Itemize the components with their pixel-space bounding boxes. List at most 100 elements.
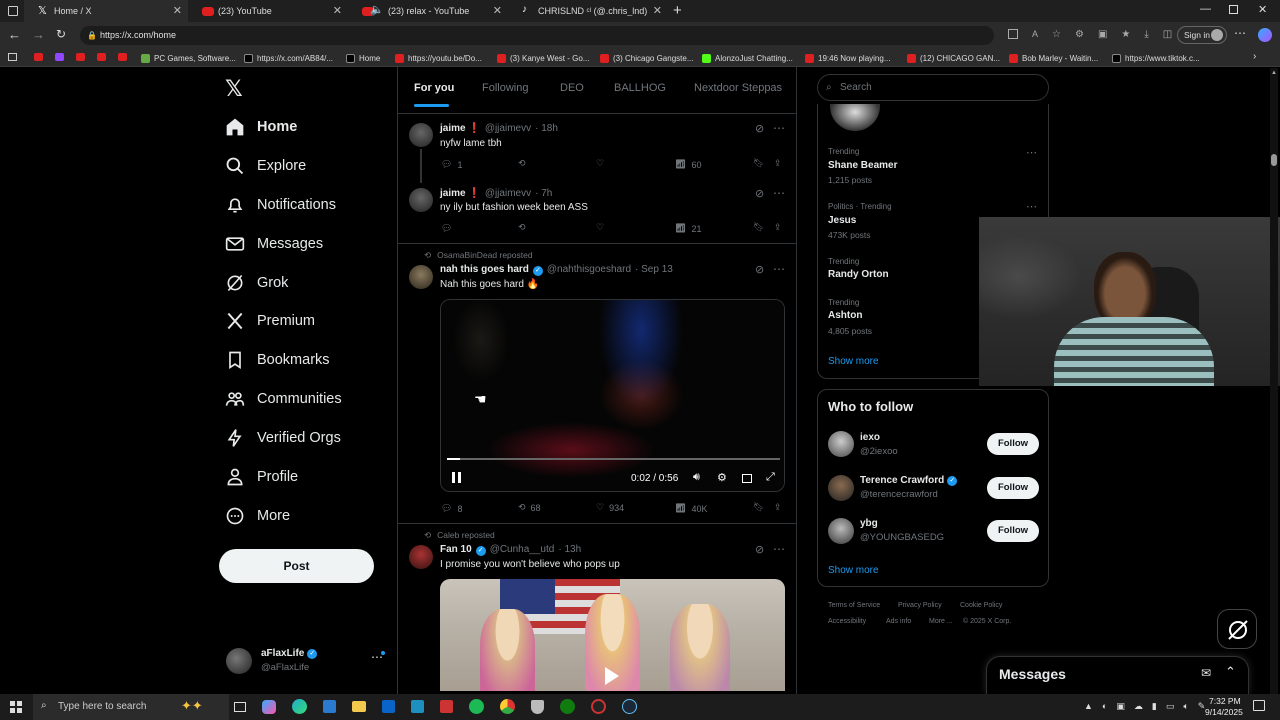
apps-icon[interactable] — [1008, 29, 1018, 39]
close-window-button[interactable]: ✕ — [1258, 3, 1267, 16]
author-handle[interactable]: @Cunha__utd — [490, 544, 555, 555]
new-message-icon[interactable]: ✉ — [1201, 666, 1211, 680]
avatar[interactable] — [828, 475, 854, 501]
messages-drawer[interactable]: Messages ✉ ⌃ — [986, 656, 1249, 694]
play-icon[interactable] — [605, 667, 619, 685]
show-more-follow-link[interactable]: Show more — [828, 565, 879, 576]
share-button[interactable]: ⇪ — [774, 222, 782, 233]
follow-button[interactable]: Follow — [987, 433, 1039, 455]
nav-communities[interactable]: Communities — [225, 385, 342, 413]
trend-name[interactable]: Shane Beamer — [828, 160, 897, 171]
edge-icon[interactable] — [292, 699, 307, 714]
suggestion-name[interactable]: ybg — [860, 518, 878, 529]
photos-icon[interactable] — [411, 700, 424, 713]
tab-tiktok[interactable]: ♪ CHRISLND ᶜˡ (@.chris_lnd) | TikTo ✕ — [508, 0, 668, 22]
footer-link[interactable]: Ads info — [886, 618, 911, 625]
nav-premium[interactable]: Premium — [225, 307, 315, 335]
x-logo[interactable]: 𝕏 — [225, 76, 243, 102]
bookmark-button[interactable]: 🔖︎ — [753, 222, 764, 233]
picture-in-picture-icon[interactable] — [742, 474, 752, 483]
grok-icon[interactable]: ⊘ — [755, 122, 764, 135]
copilot-icon[interactable] — [1258, 28, 1272, 42]
speaker-icon[interactable]: 🔈 — [370, 3, 384, 16]
youtube-icon[interactable] — [97, 53, 106, 61]
scrollbar-thumb[interactable] — [1271, 154, 1277, 166]
bookmark-button[interactable]: 🔖︎ — [753, 502, 764, 513]
author-handle[interactable]: @jjaimevv — [485, 123, 531, 134]
store-icon[interactable] — [323, 700, 336, 713]
tweet-time[interactable]: · 13h — [558, 544, 581, 555]
url-bar[interactable]: 🔒 https://x.com/home — [80, 26, 994, 45]
nav-grok[interactable]: Grok — [225, 269, 288, 297]
volume-icon[interactable]: 🔊︎ — [693, 471, 700, 484]
nav-messages[interactable]: Messages — [225, 230, 323, 258]
more-dots-icon[interactable]: ⋯ — [1026, 200, 1037, 213]
video-player[interactable]: 0:02 / 0:56 🔊︎ ⚙ ⤢ — [440, 299, 785, 492]
window-menu-icon[interactable] — [8, 6, 18, 16]
author-handle[interactable]: @jjaimevv — [485, 188, 531, 199]
suggestion-name[interactable]: Terence Crawford — [860, 475, 944, 486]
task-view-icon[interactable] — [234, 701, 246, 712]
minimize-button[interactable]: — — [1200, 3, 1211, 15]
sign-in-button[interactable]: Sign in — [1177, 26, 1227, 44]
nav-profile[interactable]: Profile — [225, 463, 298, 491]
nav-explore[interactable]: Explore — [225, 152, 306, 180]
avatar[interactable] — [409, 123, 433, 147]
avatar[interactable] — [409, 188, 433, 212]
footer-link[interactable]: Cookie Policy — [960, 602, 1002, 609]
bookmark-item[interactable]: Bob Marley - Waitin... — [1009, 51, 1098, 65]
scrollbar-up-arrow[interactable]: ▲ — [1271, 70, 1277, 76]
footer-link[interactable]: Terms of Service — [828, 602, 880, 609]
tab-youtube-relax[interactable]: 🔈 (23) relax - YouTube ✕ — [348, 0, 508, 22]
more-dots-icon[interactable]: ⋯ — [773, 186, 785, 200]
reposted-by-label[interactable]: OsamaBinDead reposted — [437, 250, 532, 261]
more-options-icon[interactable]: ⋯ — [1234, 26, 1246, 40]
author-name[interactable]: jaime ❗ — [440, 188, 481, 199]
more-dots-icon[interactable]: ⋯ — [773, 542, 785, 556]
avatar[interactable] — [828, 431, 854, 457]
tab-ballhog[interactable]: BALLHOG — [614, 82, 666, 94]
bookmark-item[interactable]: 19:46 Now playing... — [805, 51, 891, 65]
split-screen-icon[interactable]: ▣ — [1098, 29, 1107, 40]
forward-icon[interactable]: → — [32, 27, 45, 42]
follow-button[interactable]: Follow — [987, 520, 1039, 542]
volume-icon[interactable]: 🔈︎ — [1183, 701, 1188, 712]
grok-icon[interactable]: ⊘ — [755, 187, 764, 200]
collections-icon[interactable]: ◫ — [1163, 29, 1172, 40]
twitch-icon[interactable] — [55, 53, 64, 61]
tray-icon[interactable]: ▣ — [1116, 701, 1125, 712]
more-dots-icon[interactable]: ⋯ — [1026, 146, 1037, 159]
favorite-star-icon[interactable]: ☆ — [1052, 29, 1061, 40]
repost-button[interactable]: ⟲ — [518, 222, 531, 233]
spotify-icon[interactable] — [469, 699, 484, 714]
youtube-icon[interactable] — [76, 53, 85, 61]
footer-link[interactable]: More ... — [929, 618, 953, 625]
views-button[interactable]: 📶︎ 40K — [675, 503, 707, 514]
outlook-icon[interactable] — [382, 700, 395, 713]
trend-name[interactable]: Jesus — [828, 215, 856, 226]
grok-icon[interactable]: ⊘ — [755, 263, 764, 276]
tab-nextdoor-steppas[interactable]: Nextdoor Steppas — [694, 82, 782, 94]
share-button[interactable]: ⇪ — [774, 158, 782, 169]
tweet-time[interactable]: · 7h — [535, 188, 552, 199]
file-explorer-icon[interactable] — [352, 701, 366, 712]
bookmark-item[interactable]: (3) Kanye West - Go... — [497, 51, 589, 65]
bookmark-item[interactable]: https://youtu.be/Do... — [395, 51, 482, 65]
extensions-icon[interactable]: ⚙ — [1075, 29, 1084, 40]
bookmark-button[interactable]: 🔖︎ — [753, 158, 764, 169]
tray-icon[interactable]: ▲ — [1084, 701, 1093, 712]
bookmark-item[interactable]: https://www.tiktok.c... — [1112, 51, 1200, 65]
collections-bookmark-icon[interactable] — [8, 53, 17, 61]
bookmark-item[interactable]: (3) Chicago Gangste... — [600, 51, 693, 65]
copilot-icon[interactable] — [262, 699, 276, 714]
network-icon[interactable]: ▭ — [1166, 701, 1175, 712]
tab-for-you[interactable]: For you — [414, 82, 454, 94]
fullscreen-icon[interactable]: ⤢ — [766, 471, 775, 484]
notification-center-icon[interactable] — [1253, 700, 1265, 711]
tray-icon[interactable]: ◐ — [1102, 701, 1107, 712]
author-name[interactable]: Fan 10 — [440, 544, 472, 555]
repost-button[interactable]: ⟲ 68 — [518, 502, 541, 513]
recording-app-icon[interactable] — [591, 699, 606, 714]
chrome-icon[interactable] — [500, 699, 515, 714]
views-button[interactable]: 📶︎ 60 — [675, 159, 701, 170]
